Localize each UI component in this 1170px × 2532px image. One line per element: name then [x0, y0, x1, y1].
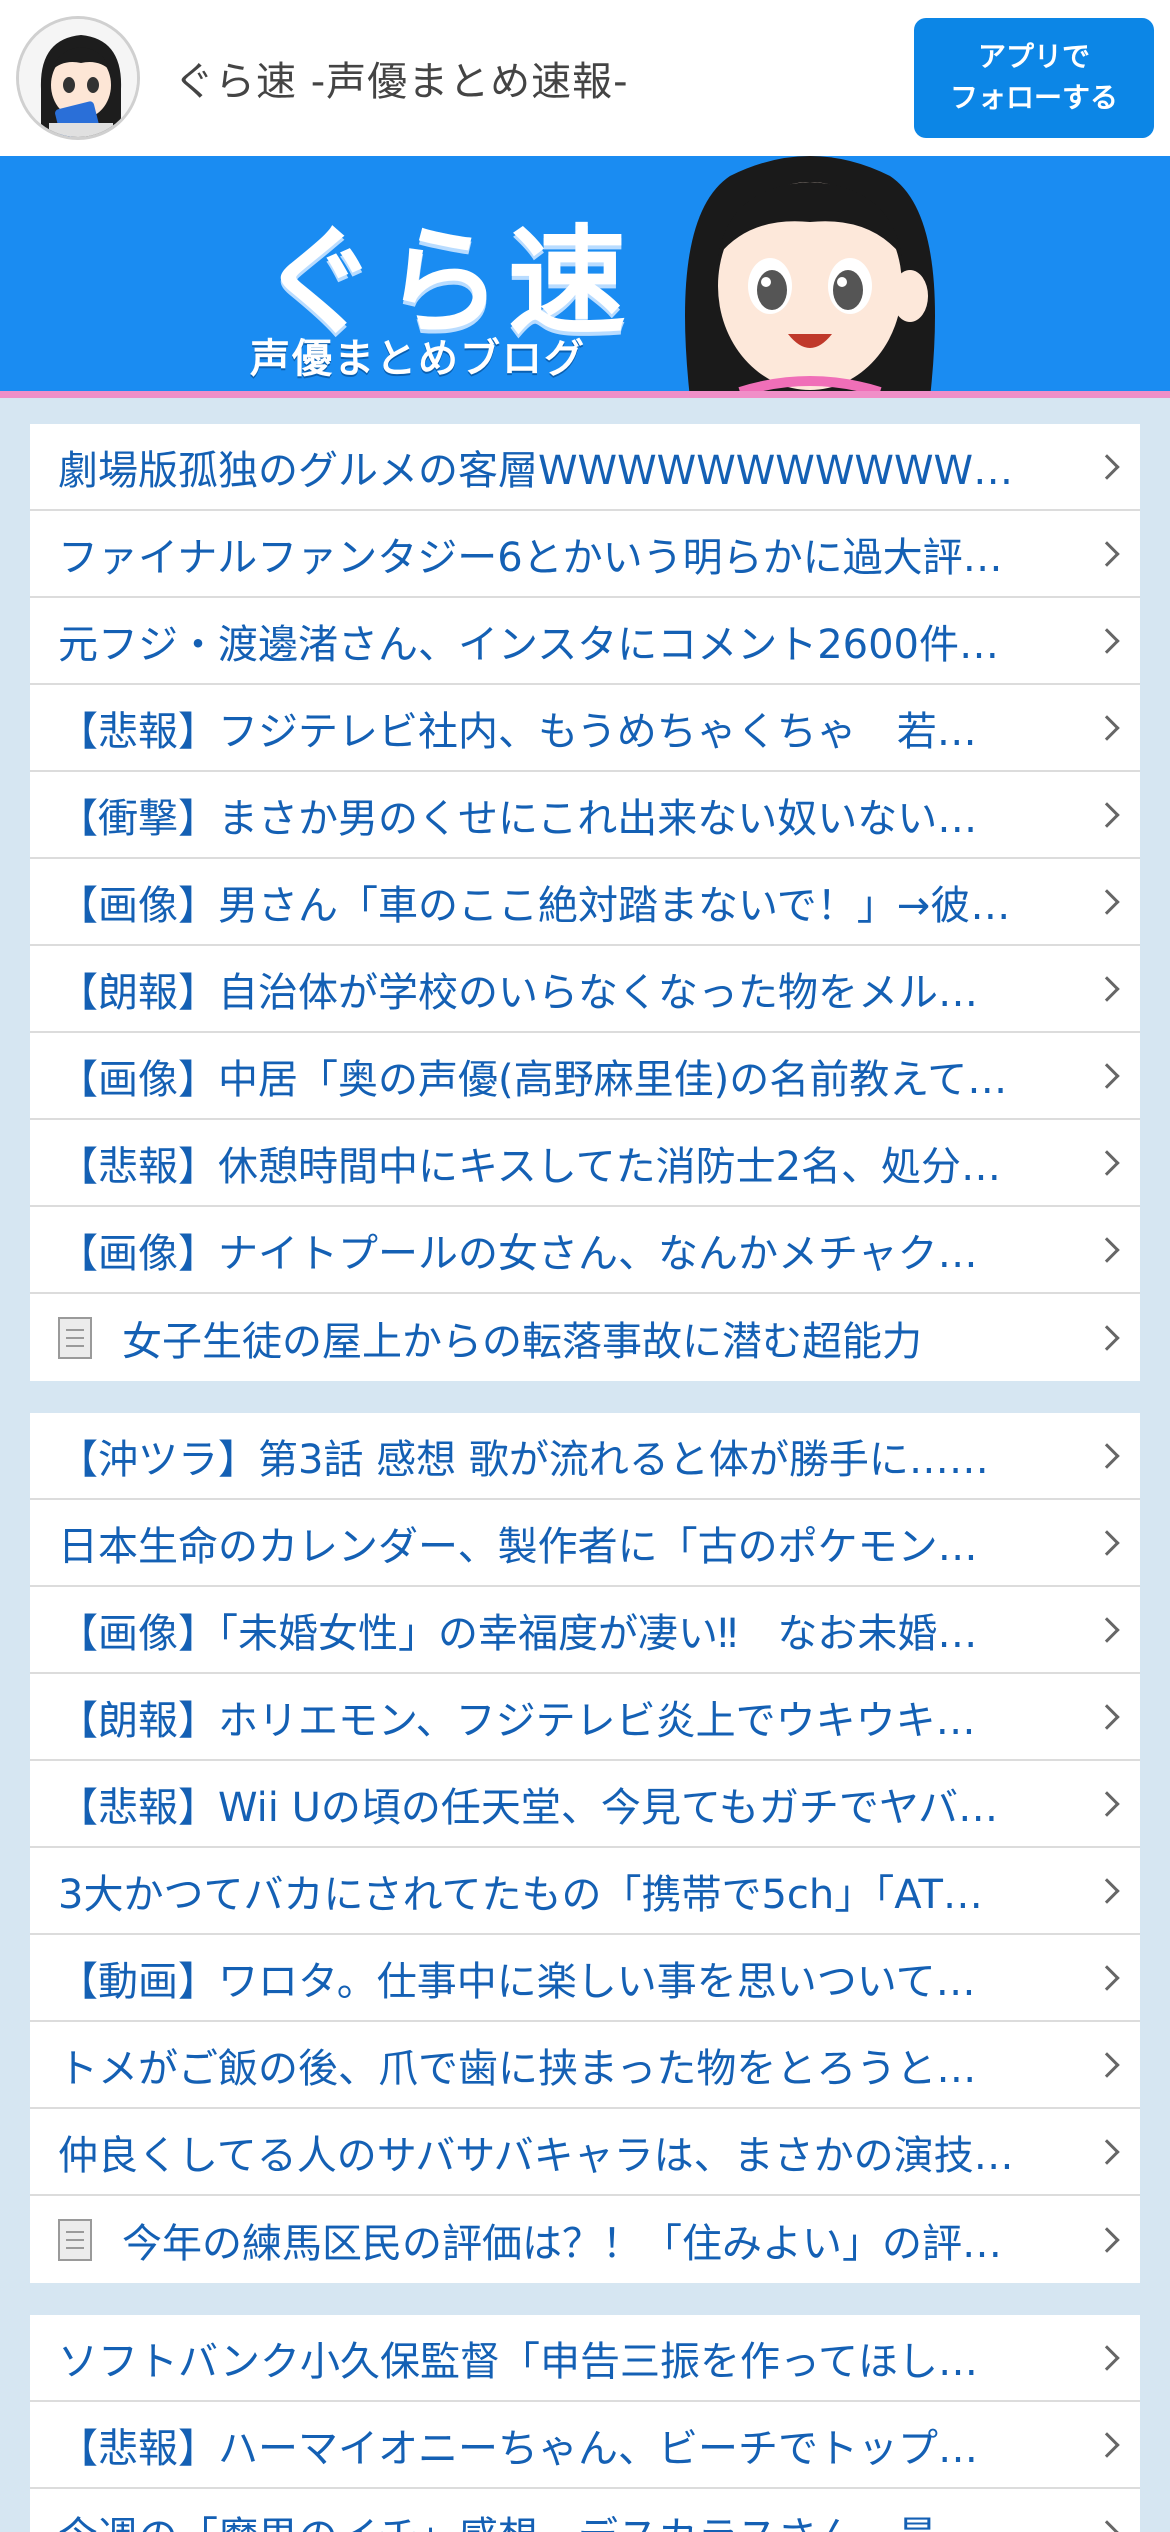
article-title: 【悲報】休憩時間中にキスしてた消防士2名、処分…	[58, 1143, 1002, 1190]
article-row[interactable]: 【朗報】ホリエモン、フジテレビ炎上でウキウキ…	[30, 1674, 1140, 1761]
chevron-right-icon	[1094, 714, 1120, 741]
article-row[interactable]: 【悲報】ハーマイオニーちゃん、ビーチでトップ…	[30, 2402, 1140, 2489]
article-row[interactable]: 【画像】「未婚女性」の幸福度が凄い‼ なお未婚…	[30, 1587, 1140, 1674]
document-icon	[58, 2218, 92, 2261]
site-banner[interactable]: ぐら速 声優まとめブログ	[0, 156, 1170, 398]
article-title: 【画像】男さん「車のここ絶対踏まないで！」→彼…	[58, 882, 1011, 929]
chevron-right-icon	[1094, 540, 1120, 567]
article-row[interactable]: 今週の「魔男のイチ」感想 デスカラスさん、最…	[30, 2489, 1140, 2532]
chevron-right-icon	[1094, 975, 1120, 1002]
article-row[interactable]: 3大かつてバカにされてたもの「携帯で5ch」「AT…	[30, 1848, 1140, 1935]
article-title: 3大かつてバカにされてたもの「携帯で5ch」「AT…	[58, 1871, 983, 1918]
follow-in-app-button[interactable]: アプリで フォローする	[914, 18, 1154, 138]
article-row[interactable]: 【沖ツラ】第3話 感想 歌が流れると体が勝手に……	[30, 1413, 1140, 1500]
article-title: 女子生徒の屋上からの転落事故に潜む超能力	[122, 1318, 922, 1365]
app-header: ぐら速 -声優まとめ速報- アプリで フォローする	[0, 0, 1170, 156]
article-title: 【悲報】Wii Uの頃の任天堂、今見てもガチでヤバ…	[58, 1784, 999, 1831]
mascot-character-icon	[685, 156, 935, 391]
article-title: 【朗報】自治体が学校のいらなくなった物をメル…	[58, 969, 978, 1016]
chevron-right-icon	[1094, 453, 1120, 480]
article-list-3: ソフトバンク小久保監督「申告三振を作ってほし… 【悲報】ハーマイオニーちゃん、ビー…	[30, 2315, 1140, 2532]
article-row[interactable]: 女子生徒の屋上からの転落事故に潜む超能力	[30, 1294, 1140, 1381]
article-title: 【沖ツラ】第3話 感想 歌が流れると体が勝手に……	[58, 1436, 989, 1483]
chevron-right-icon	[1094, 1877, 1120, 1904]
site-avatar[interactable]	[16, 16, 140, 140]
article-row[interactable]: 【画像】ナイトプールの女さん、なんかメチャク…	[30, 1207, 1140, 1294]
chevron-right-icon	[1094, 2344, 1120, 2371]
article-title: 劇場版孤独のグルメの客層WWWWWWWWWWWW…	[58, 447, 1053, 494]
chevron-right-icon	[1094, 888, 1120, 915]
article-row[interactable]: 【悲報】休憩時間中にキスしてた消防士2名、処分…	[30, 1120, 1140, 1207]
chevron-right-icon	[1094, 1790, 1120, 1817]
document-icon	[58, 1316, 92, 1359]
chevron-right-icon	[1094, 1964, 1120, 1991]
chevron-right-icon	[1094, 2138, 1120, 2165]
article-title: 今年の練馬区民の評価は？！「住みよい」の評…	[122, 2220, 1002, 2267]
article-row[interactable]: 仲良くしてる人のサバサバキャラは、まさかの演技…	[30, 2109, 1140, 2196]
article-title: ソフトバンク小久保監督「申告三振を作ってほし…	[58, 2338, 978, 2385]
chevron-right-icon	[1094, 2431, 1120, 2458]
chevron-right-icon	[1094, 1149, 1120, 1176]
article-row[interactable]: 【画像】男さん「車のここ絶対踏まないで！」→彼…	[30, 859, 1140, 946]
article-title: 元フジ・渡邊渚さん、インスタにコメント2600件…	[58, 621, 999, 668]
article-row[interactable]: ソフトバンク小久保監督「申告三振を作ってほし…	[30, 2315, 1140, 2402]
chevron-right-icon	[1094, 1236, 1120, 1263]
chevron-right-icon	[1094, 1324, 1120, 1351]
article-row[interactable]: ファイナルファンタジー6とかいう明らかに過大評…	[30, 511, 1140, 598]
article-row[interactable]: 【悲報】Wii Uの頃の任天堂、今見てもガチでヤバ…	[30, 1761, 1140, 1848]
article-row[interactable]: 今年の練馬区民の評価は？！「住みよい」の評…	[30, 2196, 1140, 2283]
article-row[interactable]: 劇場版孤独のグルメの客層WWWWWWWWWWWW…	[30, 424, 1140, 511]
article-title: 【悲報】ハーマイオニーちゃん、ビーチでトップ…	[58, 2425, 978, 2472]
article-title: 【画像】「未婚女性」の幸福度が凄い‼ なお未婚…	[58, 1610, 978, 1657]
chevron-right-icon	[1094, 1703, 1120, 1730]
chevron-right-icon	[1094, 1616, 1120, 1643]
article-row[interactable]: 【画像】中居「奥の声優(高野麻里佳)の名前教えて…	[30, 1033, 1140, 1120]
chevron-right-icon	[1094, 1062, 1120, 1089]
article-title: 【朗報】ホリエモン、フジテレビ炎上でウキウキ…	[58, 1697, 976, 1744]
article-title: 日本生命のカレンダー、製作者に「古のポケモン…	[58, 1523, 978, 1570]
article-row[interactable]: 【悲報】フジテレビ社内、もうめちゃくちゃ 若…	[30, 685, 1140, 772]
chevron-right-icon	[1094, 2051, 1120, 2078]
chevron-right-icon	[1094, 627, 1120, 654]
article-row[interactable]: 日本生命のカレンダー、製作者に「古のポケモン…	[30, 1500, 1140, 1587]
article-title: 【画像】ナイトプールの女さん、なんかメチャク…	[58, 1230, 978, 1277]
article-row[interactable]: トメがご飯の後、爪で歯に挟まった物をとろうと…	[30, 2022, 1140, 2109]
article-title: 【悲報】フジテレビ社内、もうめちゃくちゃ 若…	[58, 708, 977, 755]
article-title: 【衝撃】まさか男のくせにこれ出来ない奴いない…	[58, 795, 978, 842]
article-row[interactable]: 元フジ・渡邊渚さん、インスタにコメント2600件…	[30, 598, 1140, 685]
site-title[interactable]: ぐら速 -声優まとめ速報-	[174, 49, 629, 107]
article-title: トメがご飯の後、爪で歯に挟まった物をとろうと…	[58, 2045, 977, 2092]
article-row[interactable]: 【衝撃】まさか男のくせにこれ出来ない奴いない…	[30, 772, 1140, 859]
article-title: 仲良くしてる人のサバサバキャラは、まさかの演技…	[58, 2132, 1014, 2179]
banner-subtitle: 声優まとめブログ	[250, 336, 586, 382]
article-title: 【画像】中居「奥の声優(高野麻里佳)の名前教えて…	[58, 1056, 1008, 1103]
article-title: 【動画】ワロタ。仕事中に楽しい事を思いついて…	[58, 1958, 976, 2005]
article-title: 今週の「魔男のイチ」感想 デスカラスさん、最…	[58, 2504, 1007, 2532]
avatar-character-icon	[19, 19, 137, 137]
chevron-right-icon	[1094, 2226, 1120, 2253]
article-title: ファイナルファンタジー6とかいう明らかに過大評…	[58, 534, 1003, 581]
chevron-right-icon	[1094, 801, 1120, 828]
article-row[interactable]: 【朗報】自治体が学校のいらなくなった物をメル…	[30, 946, 1140, 1033]
article-list-1: 劇場版孤独のグルメの客層WWWWWWWWWWWW… ファイナルファンタジー6とかい…	[30, 424, 1140, 1381]
chevron-right-icon	[1094, 1529, 1120, 1556]
chevron-right-icon	[1094, 2519, 1120, 2532]
chevron-right-icon	[1094, 1442, 1120, 1469]
article-list-2: 【沖ツラ】第3話 感想 歌が流れると体が勝手に…… 日本生命のカレンダー、製作者に…	[30, 1413, 1140, 2283]
article-row[interactable]: 【動画】ワロタ。仕事中に楽しい事を思いついて…	[30, 1935, 1140, 2022]
